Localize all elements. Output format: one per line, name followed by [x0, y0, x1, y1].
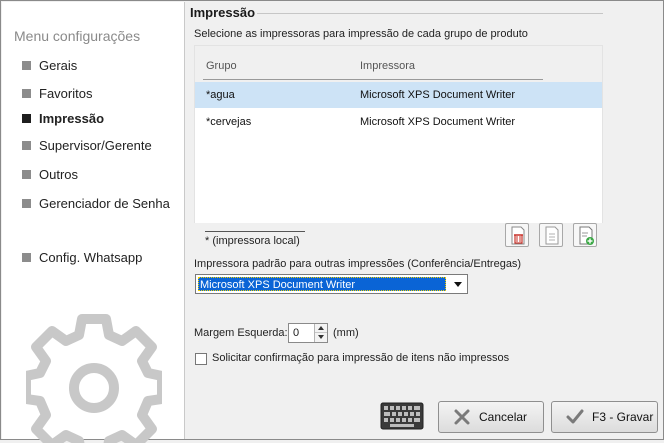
printer-grid[interactable]: Grupo Impressora *agua Microsoft XPS Doc… [194, 45, 603, 223]
bullet-icon [22, 198, 31, 208]
margin-value[interactable]: 0 [293, 327, 299, 339]
sidebar-item-label: Gerais [39, 57, 78, 73]
table-row[interactable]: *agua Microsoft XPS Document Writer [195, 82, 602, 108]
bullet-icon [22, 60, 31, 70]
sidebar-item-impressao[interactable]: Impressão [22, 109, 104, 127]
sidebar-item-label: Gerenciador de Senha [39, 195, 170, 211]
sidebar-item-label: Supervisor/Gerente [39, 137, 152, 153]
bullet-icon [22, 252, 31, 262]
cell-impressora: Microsoft XPS Document Writer [360, 89, 516, 101]
sidebar: Menu configurações Gerais Favoritos Impr… [2, 2, 185, 443]
cancel-button[interactable]: Cancelar [438, 401, 544, 433]
section-divider [257, 13, 603, 14]
column-header-impressora[interactable]: Impressora [360, 60, 415, 72]
default-printer-select[interactable]: Microsoft XPS Document Writer [195, 274, 468, 294]
margin-label: Margem Esquerda: [194, 327, 288, 339]
column-header-grupo[interactable]: Grupo [206, 60, 237, 72]
trash-icon [511, 226, 525, 245]
margin-stepper[interactable]: 0 [288, 323, 328, 343]
sidebar-title: Menu configurações [14, 28, 141, 44]
cell-grupo: *cervejas [206, 116, 252, 128]
sidebar-item-supervisor[interactable]: Supervisor/Gerente [22, 136, 152, 154]
sidebar-item-outros[interactable]: Outros [22, 165, 78, 183]
confirm-print-label[interactable]: Solicitar confirmação para impressão de … [212, 352, 509, 364]
default-printer-value: Microsoft XPS Document Writer [198, 277, 446, 291]
header-divider [203, 79, 543, 80]
grid-header: Grupo Impressora [195, 46, 602, 80]
chevron-down-icon[interactable] [454, 282, 462, 287]
decrement-arrow-icon[interactable] [315, 333, 327, 342]
sidebar-item-whatsapp[interactable]: Config. Whatsapp [22, 248, 142, 266]
save-button[interactable]: F3 - Gravar [551, 401, 658, 433]
increment-arrow-icon[interactable] [315, 324, 327, 333]
margin-unit: (mm) [333, 327, 359, 339]
legend-divider [205, 231, 305, 232]
sidebar-item-label: Config. Whatsapp [39, 249, 143, 265]
keyboard-icon[interactable] [380, 402, 424, 430]
edit-button[interactable] [539, 223, 563, 247]
document-icon [545, 226, 559, 245]
section-description: Selecione as impressoras para impressão … [194, 28, 528, 40]
sidebar-item-label: Favoritos [39, 85, 93, 101]
cancel-label: Cancelar [479, 410, 528, 424]
cell-impressora: Microsoft XPS Document Writer [360, 116, 516, 128]
table-row[interactable]: *cervejas Microsoft XPS Document Writer [195, 109, 602, 135]
delete-button[interactable] [505, 223, 529, 247]
local-printer-legend: * (impressora local) [205, 235, 300, 247]
bullet-icon [22, 140, 31, 150]
document-add-icon [579, 226, 594, 245]
default-printer-label: Impressora padrão para outras impressões… [194, 258, 522, 270]
close-icon [454, 409, 470, 425]
config-window: Menu configurações Gerais Favoritos Impr… [0, 0, 664, 443]
sidebar-item-favoritos[interactable]: Favoritos [22, 84, 92, 102]
sidebar-item-label: Outros [39, 166, 79, 182]
bullet-icon [22, 169, 31, 179]
sidebar-item-gerenciador-senha[interactable]: Gerenciador de Senha [22, 194, 170, 212]
sidebar-item-label: Impressão [39, 110, 105, 126]
save-label: F3 - Gravar [592, 410, 654, 424]
bullet-icon [22, 88, 31, 98]
add-button[interactable] [573, 223, 597, 247]
confirm-print-checkbox[interactable] [195, 353, 207, 365]
sidebar-item-gerais[interactable]: Gerais [22, 56, 77, 74]
section-title: Impressão [190, 5, 256, 20]
cell-grupo: *agua [206, 89, 235, 101]
gear-icon [26, 314, 162, 443]
checkmark-icon [566, 409, 584, 424]
stepper-buttons [314, 324, 327, 342]
bullet-icon [22, 113, 31, 123]
